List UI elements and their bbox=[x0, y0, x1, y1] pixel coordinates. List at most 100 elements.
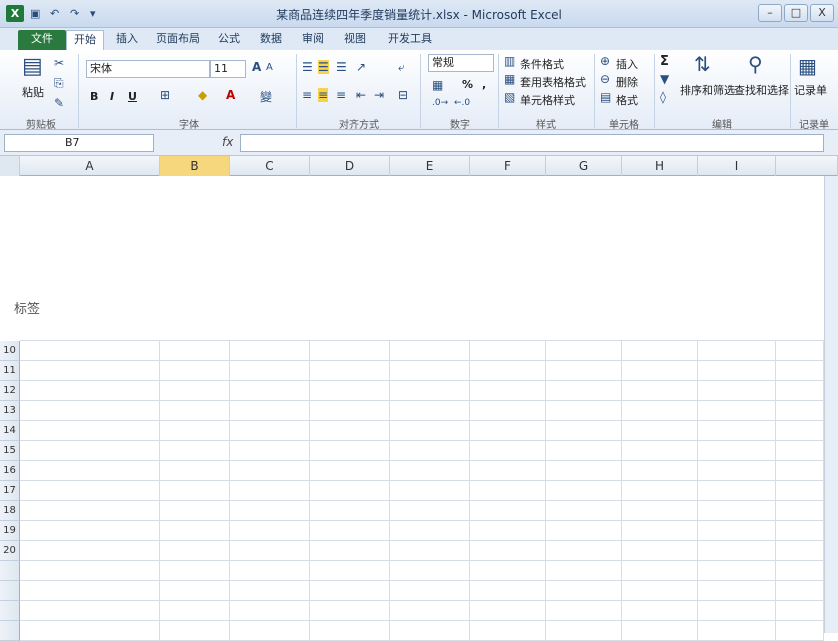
grid-cell[interactable] bbox=[230, 401, 310, 421]
align-left-icon[interactable]: ≡ bbox=[302, 88, 312, 102]
grid-cell[interactable] bbox=[160, 461, 230, 481]
grid-cell[interactable] bbox=[390, 441, 470, 461]
grid-cell[interactable] bbox=[622, 401, 698, 421]
grid-cell[interactable] bbox=[160, 421, 230, 441]
decrease-indent-icon[interactable]: ⇤ bbox=[356, 88, 366, 102]
grid-cell[interactable] bbox=[20, 461, 160, 481]
insert-cells-button[interactable]: 插入 bbox=[616, 56, 638, 72]
grid-cell[interactable] bbox=[698, 601, 776, 621]
grid-cell[interactable] bbox=[20, 521, 160, 541]
grid-cell[interactable] bbox=[230, 441, 310, 461]
grid-cell[interactable] bbox=[470, 481, 546, 501]
grid-cell[interactable] bbox=[698, 461, 776, 481]
grid-cell[interactable] bbox=[20, 341, 160, 361]
merged-title-cell[interactable] bbox=[20, 176, 838, 341]
grid-cell[interactable] bbox=[230, 421, 310, 441]
grid-cell[interactable] bbox=[776, 601, 824, 621]
grid-cell[interactable] bbox=[160, 621, 230, 641]
maximize-button[interactable]: □ bbox=[784, 4, 808, 22]
grid-cell[interactable] bbox=[310, 441, 390, 461]
grid-cell[interactable] bbox=[230, 341, 310, 361]
name-box[interactable]: B7 bbox=[4, 134, 154, 152]
grid-cell[interactable] bbox=[776, 361, 824, 381]
grid-cell[interactable] bbox=[390, 361, 470, 381]
grid-cell[interactable] bbox=[20, 601, 160, 621]
delete-cells-button[interactable]: 删除 bbox=[616, 74, 638, 90]
border-icon[interactable]: ⊞ bbox=[160, 88, 170, 102]
grid-cell[interactable] bbox=[20, 581, 160, 601]
cut-icon[interactable]: ✂ bbox=[54, 56, 64, 70]
grid-cell[interactable] bbox=[230, 601, 310, 621]
tab-insert[interactable]: 插入 bbox=[110, 30, 144, 50]
grid-cell[interactable] bbox=[310, 361, 390, 381]
row-header[interactable]: 19 bbox=[0, 521, 20, 541]
row-header[interactable] bbox=[0, 621, 20, 641]
grid-cell[interactable] bbox=[622, 521, 698, 541]
tab-formulas[interactable]: 公式 bbox=[212, 30, 246, 50]
grid-cell[interactable] bbox=[622, 421, 698, 441]
find-select-icon[interactable]: ⚲ bbox=[748, 52, 763, 76]
grid-cell[interactable] bbox=[622, 381, 698, 401]
grid-cell[interactable] bbox=[230, 381, 310, 401]
row-header[interactable]: 14 bbox=[0, 421, 20, 441]
autosum-button[interactable]: Σ bbox=[660, 54, 669, 69]
grid-cell[interactable] bbox=[546, 421, 622, 441]
grid-cell[interactable] bbox=[776, 521, 824, 541]
tab-review[interactable]: 审阅 bbox=[296, 30, 330, 50]
grid-cell[interactable] bbox=[470, 461, 546, 481]
grid-cell[interactable] bbox=[622, 581, 698, 601]
row-header[interactable]: 18 bbox=[0, 501, 20, 521]
paste-button[interactable]: 粘贴 bbox=[22, 84, 44, 100]
grid-cell[interactable] bbox=[310, 341, 390, 361]
font-name-select[interactable]: 宋体 bbox=[86, 60, 210, 78]
grid-cell[interactable] bbox=[546, 461, 622, 481]
grid-cell[interactable] bbox=[310, 501, 390, 521]
column-header-e[interactable]: E bbox=[390, 156, 470, 176]
grid-cell[interactable] bbox=[776, 561, 824, 581]
column-header-b[interactable]: B bbox=[160, 156, 230, 176]
number-format-select[interactable]: 常规 bbox=[428, 54, 494, 72]
grid-cell[interactable] bbox=[698, 401, 776, 421]
grid-cell[interactable] bbox=[470, 401, 546, 421]
grid-cell[interactable] bbox=[546, 361, 622, 381]
grid-cell[interactable] bbox=[390, 621, 470, 641]
row-header[interactable]: 20 bbox=[0, 541, 20, 561]
grid-cell[interactable] bbox=[160, 581, 230, 601]
column-header-h[interactable]: H bbox=[622, 156, 698, 176]
grid-cell[interactable] bbox=[776, 381, 824, 401]
currency-icon[interactable]: ▦ bbox=[432, 78, 443, 92]
grid-cell[interactable] bbox=[622, 341, 698, 361]
grid-cell[interactable] bbox=[698, 521, 776, 541]
formula-input[interactable] bbox=[240, 134, 824, 152]
grid-cell[interactable] bbox=[776, 421, 824, 441]
grid-cell[interactable] bbox=[310, 421, 390, 441]
grid-cell[interactable] bbox=[390, 481, 470, 501]
grid-cell[interactable] bbox=[160, 541, 230, 561]
grid-cell[interactable] bbox=[546, 561, 622, 581]
grid-cell[interactable] bbox=[776, 341, 824, 361]
grid-cell[interactable] bbox=[390, 461, 470, 481]
grid-cell[interactable] bbox=[470, 621, 546, 641]
column-header-g[interactable]: G bbox=[546, 156, 622, 176]
wrap-text-icon[interactable]: ⤶ bbox=[398, 60, 405, 75]
grid-cell[interactable] bbox=[230, 541, 310, 561]
grow-font-icon[interactable]: A bbox=[252, 60, 261, 74]
copy-icon[interactable]: ⎘ bbox=[54, 76, 64, 91]
grid-cell[interactable] bbox=[776, 461, 824, 481]
comma-button[interactable]: , bbox=[482, 78, 486, 91]
grid-cell[interactable] bbox=[310, 581, 390, 601]
minimize-button[interactable]: – bbox=[758, 4, 782, 22]
cell-style-icon[interactable]: ▧ bbox=[504, 90, 515, 104]
row-header[interactable]: 17 bbox=[0, 481, 20, 501]
grid-cell[interactable] bbox=[546, 341, 622, 361]
grid-cell[interactable] bbox=[310, 621, 390, 641]
grid-cell[interactable] bbox=[622, 621, 698, 641]
grid-cell[interactable] bbox=[310, 521, 390, 541]
grid-cell[interactable] bbox=[230, 501, 310, 521]
align-top-icon[interactable]: ☰ bbox=[302, 60, 313, 74]
grid-cell[interactable] bbox=[622, 501, 698, 521]
format-cells-icon[interactable]: ▤ bbox=[600, 90, 611, 104]
grid-cell[interactable] bbox=[698, 561, 776, 581]
grid-cell[interactable] bbox=[20, 401, 160, 421]
grid-cell[interactable] bbox=[230, 581, 310, 601]
